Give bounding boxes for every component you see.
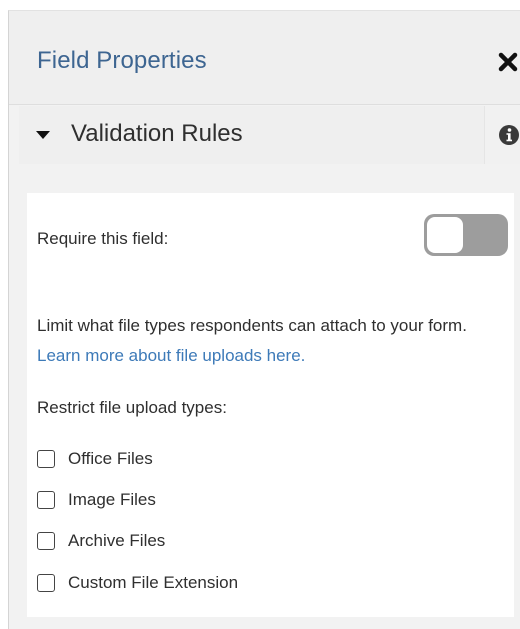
custom-file-extension-label: Custom File Extension [68, 573, 239, 592]
image-files-checkbox[interactable] [37, 491, 55, 509]
archive-files-option[interactable]: Archive Files [37, 529, 165, 553]
panel-header: Field Properties [9, 11, 520, 105]
office-files-label: Office Files [68, 449, 153, 468]
section-toggle[interactable]: Validation Rules [19, 106, 485, 164]
require-field-label: Require this field: [37, 229, 169, 248]
office-files-option[interactable]: Office Files [37, 447, 153, 471]
file-uploads-help-link[interactable]: Learn more about file uploads here. [37, 346, 305, 365]
custom-file-extension-option[interactable]: Custom File Extension [37, 571, 238, 595]
custom-file-extension-checkbox[interactable] [37, 574, 55, 592]
info-icon[interactable] [498, 124, 520, 146]
field-properties-panel: Field Properties Validation Rules Requir… [8, 10, 520, 629]
validation-rules-content: Require this field: Limit what file type… [27, 193, 514, 617]
close-button[interactable] [495, 49, 520, 75]
section-title: Validation Rules [71, 120, 243, 147]
description-text: Limit what file types respondents can at… [37, 316, 467, 335]
image-files-label: Image Files [68, 490, 156, 509]
toggle-knob [427, 217, 463, 253]
panel-title: Field Properties [37, 47, 207, 74]
office-files-checkbox[interactable] [37, 450, 55, 468]
archive-files-label: Archive Files [68, 531, 166, 550]
caret-down-icon [36, 131, 50, 139]
archive-files-checkbox[interactable] [37, 532, 55, 550]
close-icon [498, 52, 518, 72]
file-types-description: Limit what file types respondents can at… [37, 311, 497, 371]
image-files-option[interactable]: Image Files [37, 488, 156, 512]
require-field-toggle[interactable] [424, 214, 508, 256]
restrict-types-label: Restrict file upload types: [37, 398, 227, 417]
validation-rules-section-header[interactable]: Validation Rules [19, 106, 520, 164]
